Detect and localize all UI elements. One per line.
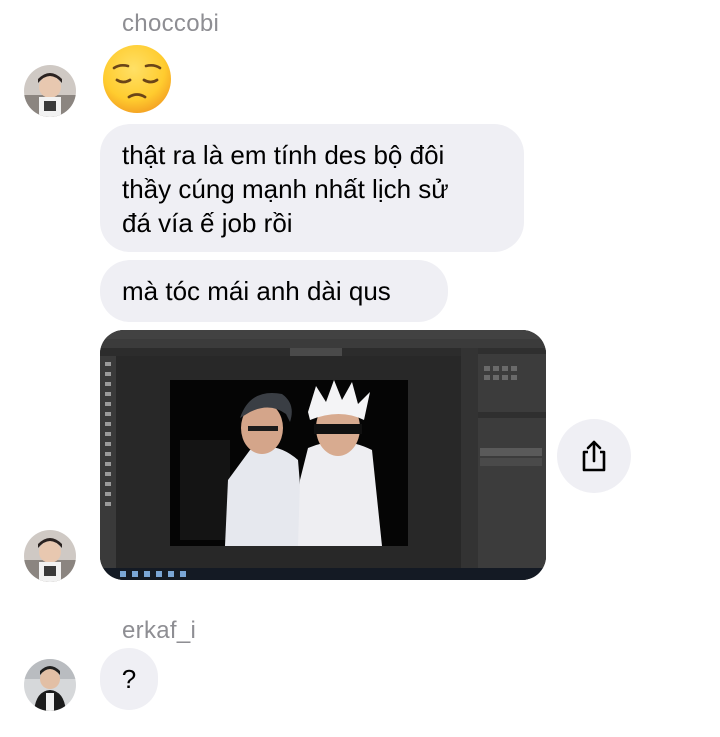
message-line: ? — [121, 664, 137, 694]
pensive-face-emoji — [100, 42, 174, 116]
message-line: thật ra là em tính des bộ đôi — [122, 140, 445, 170]
message-line: mà tóc mái anh dài qus — [122, 276, 391, 306]
share-icon — [582, 440, 606, 472]
sender-username[interactable]: choccobi — [122, 10, 219, 38]
sender-username[interactable]: erkaf_i — [122, 617, 196, 645]
sender-avatar[interactable] — [24, 65, 76, 117]
photoshop-screenshot-image[interactable] — [100, 330, 546, 580]
message-bubble[interactable]: ? — [100, 648, 158, 710]
message-line: thầy cúng mạnh nhất lịch sử — [122, 174, 449, 204]
share-button[interactable] — [557, 419, 631, 493]
sender-avatar[interactable] — [24, 659, 76, 711]
message-bubble[interactable]: mà tóc mái anh dài qus — [100, 260, 448, 322]
sender-avatar[interactable] — [24, 530, 76, 582]
message-bubble[interactable]: thật ra là em tính des bộ đôi thầy cúng … — [100, 124, 524, 252]
message-line: đá vía ế job rồi — [122, 208, 293, 238]
